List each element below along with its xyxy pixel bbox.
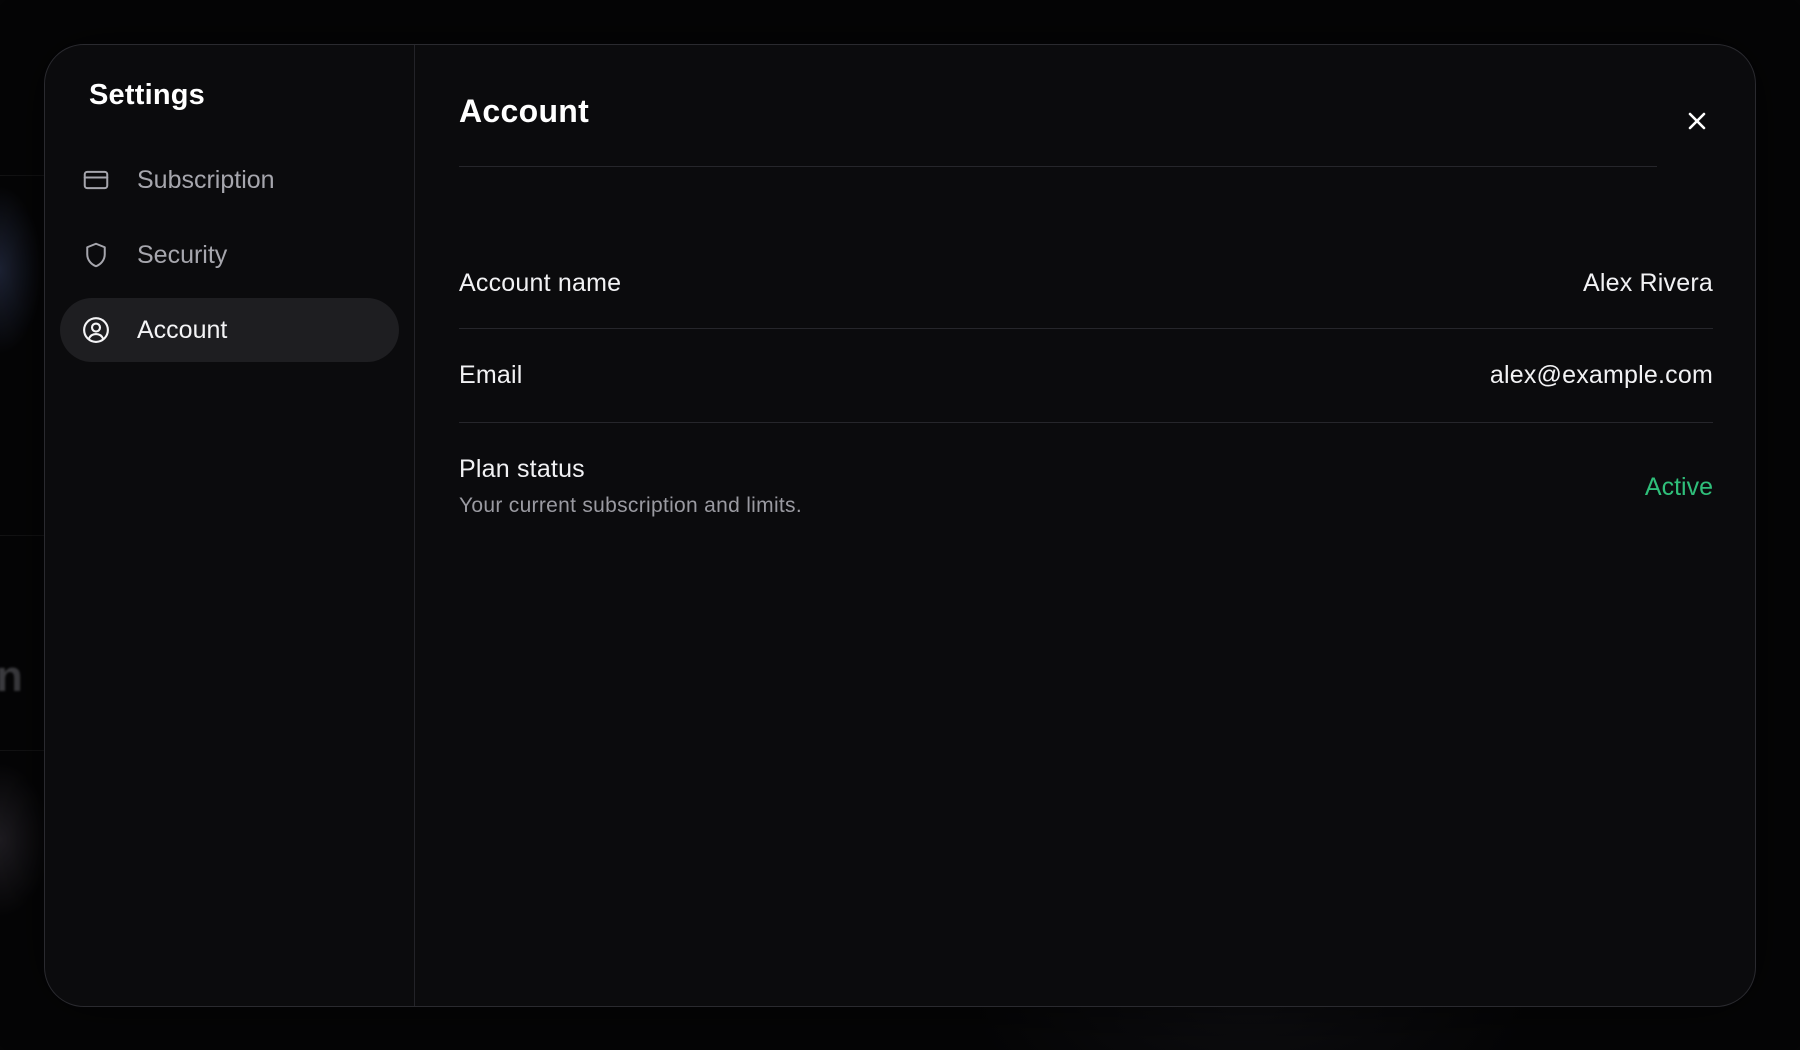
status-badge: Active (1644, 473, 1713, 501)
plan-status-label: Plan status (459, 455, 585, 483)
sidebar-item-label: Security (137, 240, 228, 269)
sidebar-item-label: Account (137, 315, 228, 344)
content-header: Account (459, 45, 1657, 167)
sidebar-item-security[interactable]: Security (60, 223, 399, 287)
close-button[interactable] (1677, 103, 1717, 143)
backdrop-text: n (0, 652, 23, 701)
plan-status-row: Plan status Your current subscription an… (459, 423, 1713, 533)
account-name-row: Account name Alex Rivera (459, 239, 1713, 329)
backdrop-divider (0, 535, 44, 536)
account-details: Account name Alex Rivera Email alex@exam… (459, 239, 1713, 533)
email-value: alex@example.com (1489, 361, 1713, 389)
close-icon (1685, 109, 1709, 138)
page-title: Account (459, 93, 590, 129)
email-label: Email (459, 361, 523, 389)
shield-icon (81, 240, 111, 270)
sidebar-item-subscription[interactable]: Subscription (60, 148, 399, 212)
backdrop-divider (0, 175, 44, 176)
backdrop-divider (0, 750, 44, 751)
credit-card-icon (81, 165, 111, 195)
sidebar-title: Settings (89, 79, 205, 111)
user-circle-icon (81, 315, 111, 345)
settings-sidebar: Settings Subscription Security Account (45, 45, 415, 1006)
email-row: Email alex@example.com (459, 329, 1713, 423)
settings-dialog: Settings Subscription Security Account A… (44, 44, 1756, 1007)
plan-status-description: Your current subscription and limits. (459, 494, 802, 517)
settings-content: Account Account name Alex Rivera Email a… (415, 45, 1755, 1006)
plan-status-text: Plan status Your current subscription an… (459, 455, 802, 518)
account-name-value: Alex Rivera (1582, 269, 1713, 297)
sidebar-item-account[interactable]: Account (60, 298, 399, 362)
account-name-label: Account name (459, 269, 622, 297)
sidebar-item-label: Subscription (137, 165, 275, 194)
